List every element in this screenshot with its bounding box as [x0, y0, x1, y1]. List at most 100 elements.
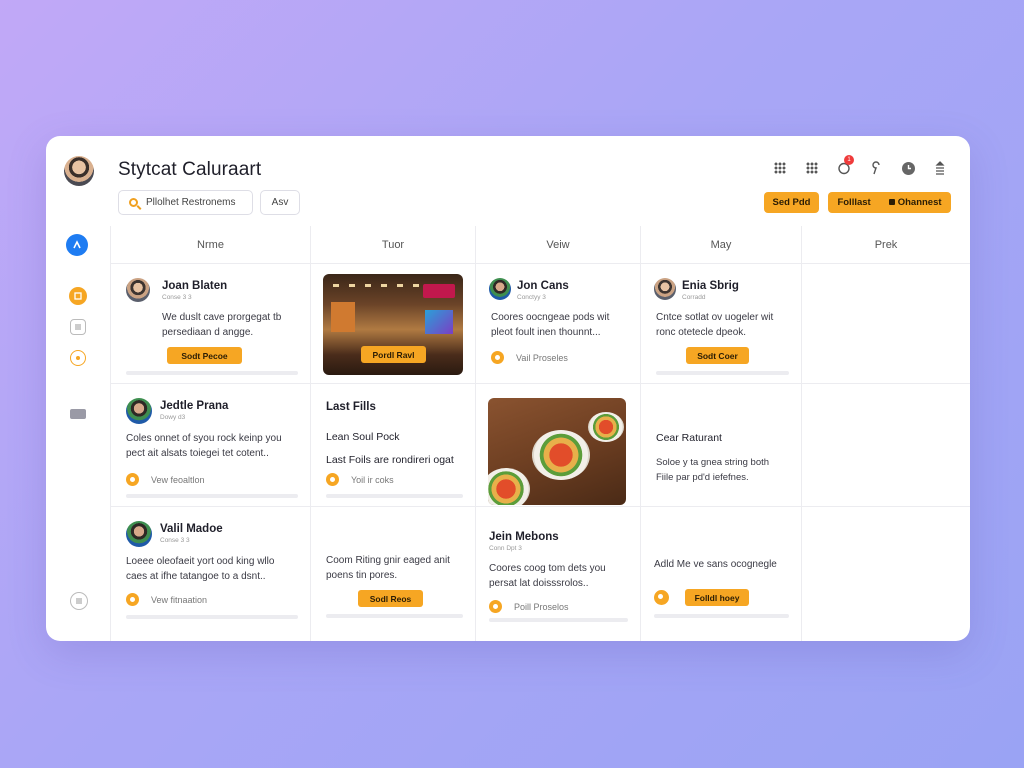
card-joan-blaten[interactable]: Joan Blaten Conse 3 3 We duslt cave pror… [111, 264, 311, 384]
search-placeholder: Pllolhet Restronems [146, 197, 236, 208]
card-valil-madoe[interactable]: Valil Madoe Conse 3 3 Loeee oleofaeit yo… [111, 507, 311, 641]
sidebar-folder-icon[interactable] [70, 409, 86, 419]
card-button[interactable]: Sodl Reos [358, 590, 423, 607]
status-icon [491, 351, 504, 364]
person-name: Jon Cans [517, 280, 569, 292]
card-line: Lean Soul Pock [326, 431, 400, 443]
status-icon [126, 593, 139, 606]
card-adld-me[interactable]: Adld Me ve sans ocognegle Folldl hoey [641, 507, 802, 641]
card-link[interactable]: Vail Proseles [491, 351, 568, 364]
sidebar-calendar-icon[interactable] [69, 287, 87, 305]
person-sub: Dowy d3 [160, 414, 186, 421]
apps-icon[interactable] [796, 158, 828, 178]
column-header[interactable]: Nrme [111, 226, 311, 264]
card-jein-mebons[interactable]: Jein Mebons Conn Dpt 3 Coores coog tom d… [476, 507, 641, 641]
card-jon-cans[interactable]: Jon Cans Conctyy 3 Coores oocngeae pods … [476, 264, 641, 384]
person-sub: Corradd [682, 294, 706, 301]
avatar [489, 278, 511, 300]
card-button[interactable]: Pordl Ravl [361, 346, 426, 363]
progress-bar [489, 618, 628, 622]
card-link[interactable]: Vew fitnaation [126, 593, 207, 606]
empty-cell[interactable] [802, 264, 970, 384]
person-header: Jein Mebons Conn Dpt 3 [489, 529, 559, 552]
card-text: Coles onnet of syou rock keinp you pect … [126, 433, 282, 459]
person-name: Joan Blaten [162, 280, 228, 292]
sidebar-home-icon[interactable] [66, 234, 88, 256]
card-link[interactable]: Yoil ir coks [326, 473, 394, 486]
card-last-fills[interactable]: Last Fills Lean Soul Pock Last Foils are… [311, 384, 476, 507]
card-button[interactable]: Sodt Pecoe [167, 347, 242, 364]
ohanest-button[interactable]: Ohannest [888, 197, 942, 208]
avatar [126, 398, 152, 424]
card-text: We duslt cave prorgegat tb persediaan d … [162, 312, 282, 338]
sidebar-profile-icon[interactable] [70, 592, 88, 610]
card-coom-riting[interactable]: Coom Riting gnir eaged anit poens tin po… [311, 507, 476, 641]
column-header[interactable]: Tuor [311, 226, 476, 264]
empty-cell[interactable] [802, 507, 970, 641]
person-header: Joan Blaten Conse 3 3 [126, 278, 227, 302]
card-status [654, 590, 681, 605]
card-food-photo[interactable] [476, 384, 641, 507]
pin-icon[interactable] [860, 158, 892, 178]
app-window: Stytcat Caluraart Pllolhet Restronems As… [46, 136, 970, 641]
person-name: Jedtle Prana [160, 400, 229, 412]
card-text: Coom Riting gnir eaged anit poens tin po… [326, 555, 450, 581]
card-line: Last Foils are rondireri ogat [326, 454, 454, 466]
person-header: Jon Cans Conctyy 3 [489, 278, 569, 301]
card-text: Adld Me ve sans ocognegle [654, 559, 777, 570]
avatar [126, 521, 152, 547]
card-link[interactable]: Poill Proselos [489, 600, 569, 613]
avatar [126, 278, 150, 302]
app-title: Stytcat Caluraart [118, 159, 262, 180]
notification-badge: 1 [844, 155, 854, 165]
card-link[interactable]: Vew feoaltlon [126, 473, 205, 486]
sidebar-list-icon[interactable] [70, 319, 86, 335]
progress-bar [326, 614, 463, 618]
ohanest-icon [888, 199, 895, 205]
toolbar-icons: 1 [764, 155, 956, 178]
grid-icon[interactable] [764, 158, 796, 178]
clock-icon[interactable] [892, 158, 924, 178]
status-icon [654, 590, 669, 605]
card-text: Soloe y ta gnea string both Fiile par pd… [656, 457, 770, 483]
calendar-grid: Nrme Tuor Veiw May Prek Joan Blaten Cons… [111, 226, 970, 641]
person-sub: Conse 3 3 [162, 294, 192, 301]
follow-button[interactable]: Folllast [837, 197, 870, 208]
asv-button[interactable]: Asv [260, 190, 300, 215]
progress-bar [656, 371, 789, 375]
notification-icon[interactable]: 1 [828, 155, 860, 178]
menu-icon[interactable] [924, 158, 956, 178]
progress-bar [126, 371, 298, 375]
person-name: Enia Sbrig [682, 280, 739, 292]
sidebar-settings-icon[interactable] [70, 350, 86, 366]
card-cear-raturant[interactable]: Cear Raturant Soloe y ta gnea string bot… [641, 384, 802, 507]
progress-bar [126, 615, 298, 619]
user-avatar[interactable] [64, 156, 94, 186]
person-sub: Conctyy 3 [517, 294, 546, 301]
card-text: Loeee oleofaeit yort ood king wllo caes … [126, 556, 275, 582]
person-name: Valil Madoe [160, 523, 223, 535]
card-restaurant-photo[interactable]: Pordl Ravl [311, 264, 476, 384]
column-header[interactable]: Prek [802, 226, 970, 264]
card-title: Cear Raturant [656, 432, 722, 444]
search-icon [129, 198, 138, 207]
card-button[interactable]: Sodt Coer [686, 347, 749, 364]
empty-cell[interactable] [802, 384, 970, 507]
follow-ohanest-button-group[interactable]: Folllast Ohannest [828, 192, 951, 213]
column-header[interactable]: Veiw [476, 226, 641, 264]
progress-bar [326, 494, 463, 498]
search-input[interactable]: Pllolhet Restronems [118, 190, 253, 215]
card-enia-sbrig[interactable]: Enia Sbrig Corradd Cntce sotlat ov uogel… [641, 264, 802, 384]
person-header: Enia Sbrig Corradd [654, 278, 739, 301]
send-button[interactable]: Sed Pdd [764, 192, 819, 213]
status-icon [126, 473, 139, 486]
column-header[interactable]: May [641, 226, 802, 264]
card-jedtle-prana[interactable]: Jedtle Prana Dowy d3 Coles onnet of syou… [111, 384, 311, 507]
status-icon [489, 600, 502, 613]
person-name: Jein Mebons [489, 531, 559, 543]
person-sub: Conn Dpt 3 [489, 545, 522, 552]
card-text: Coores oocngeae pods wit pleot foult ine… [491, 312, 610, 338]
person-header: Jedtle Prana Dowy d3 [126, 398, 228, 424]
card-text: Cntce sotlat ov uogeler wit ronc otetecl… [656, 312, 774, 338]
card-button[interactable]: Folldl hoey [685, 589, 749, 606]
